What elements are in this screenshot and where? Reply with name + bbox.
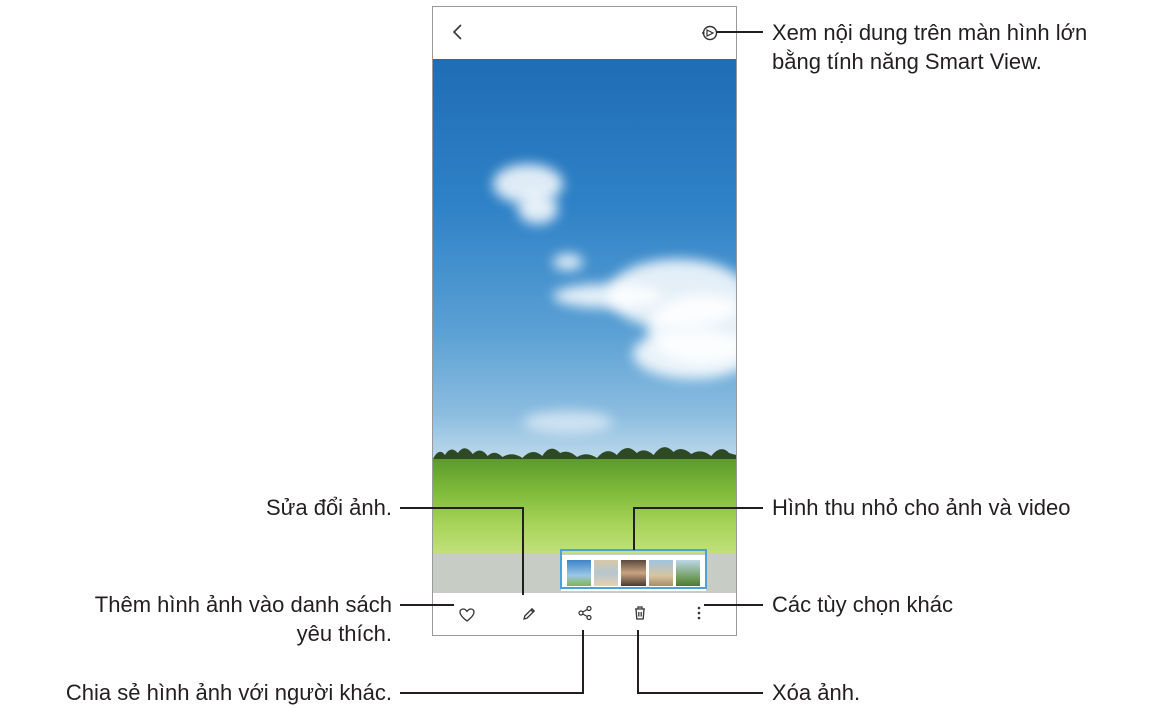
back-icon[interactable] — [447, 21, 469, 43]
smart-view-icon[interactable] — [699, 22, 721, 44]
annotation-share: Chia sẻ hình ảnh với người khác. — [65, 680, 392, 705]
annotation-edit: Sửa đổi ảnh. — [265, 495, 392, 520]
annotation-favorite: Thêm hình ảnh vào danh sách yêu thích. — [95, 590, 392, 648]
leader-line-share-h — [400, 692, 584, 694]
phone-screen — [432, 6, 737, 636]
trash-icon[interactable] — [628, 601, 652, 625]
leader-line-smart-view — [716, 31, 763, 33]
leader-line-favorite — [400, 604, 454, 606]
heart-icon[interactable] — [455, 603, 479, 627]
annotation-smart-view-line1: Xem nội dung trên màn hình lớn — [772, 20, 1088, 45]
annotation-smart-view-line2: bằng tính năng Smart View. — [772, 49, 1042, 74]
leader-line-share-v — [582, 630, 584, 694]
annotation-favorite-line1: Thêm hình ảnh vào danh sách — [94, 592, 392, 617]
bottom-toolbar — [433, 593, 736, 635]
annotation-smart-view: Xem nội dung trên màn hình lớn bằng tính… — [772, 18, 1087, 76]
annotation-thumbnails: Hình thu nhỏ cho ảnh và video — [772, 495, 1071, 520]
annotation-favorite-line2: yêu thích. — [296, 621, 392, 646]
pencil-icon[interactable] — [517, 602, 541, 626]
thumbnail-highlight-box — [560, 549, 707, 589]
rice-field — [433, 459, 736, 553]
top-bar — [433, 7, 736, 59]
leader-line-thumbs-h — [633, 507, 763, 509]
leader-line-thumbs-v — [633, 507, 635, 550]
annotation-more-options: Các tùy chọn khác — [772, 592, 953, 617]
annotation-delete: Xóa ảnh. — [772, 680, 861, 705]
leader-line-delete-v — [637, 630, 639, 694]
leader-line-edit-h — [400, 507, 524, 509]
leader-line-edit-v — [522, 507, 524, 595]
share-icon[interactable] — [573, 601, 597, 625]
leader-line-delete-h — [637, 692, 763, 694]
leader-line-more — [704, 604, 763, 606]
photo-image[interactable] — [433, 59, 736, 553]
